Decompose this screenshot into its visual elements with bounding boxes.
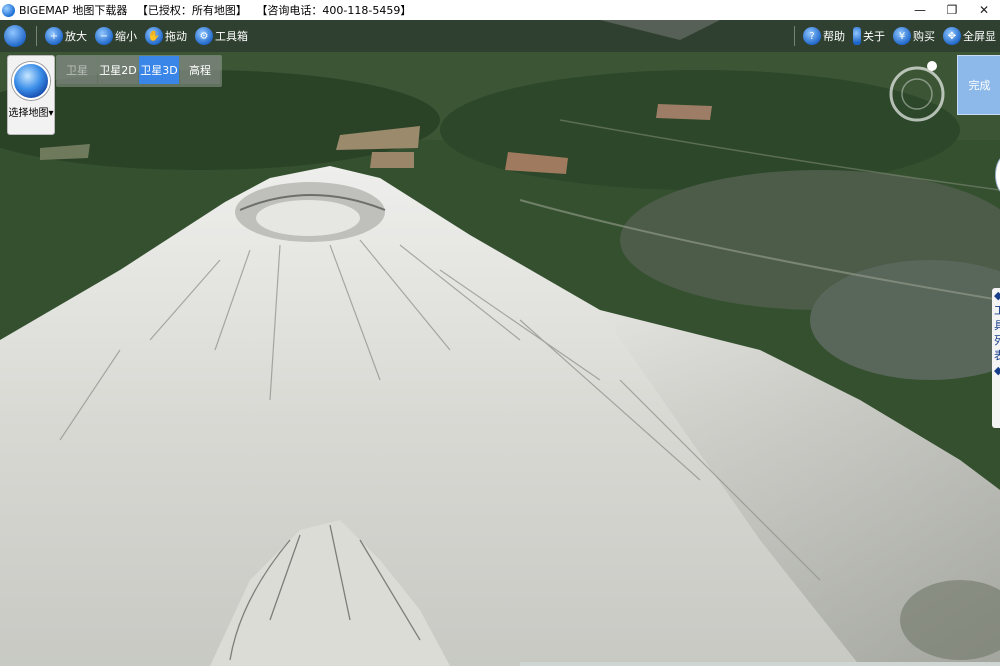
side-tool-panel[interactable]: ◆ 工 具 列 表 ◆ bbox=[992, 288, 1000, 428]
pan-button[interactable]: ✋ 拖动 bbox=[141, 20, 191, 52]
tab-satellite-2d[interactable]: 卫星2D bbox=[98, 56, 138, 84]
app-logo-icon bbox=[2, 3, 15, 17]
side-panel-line: ◆ bbox=[994, 364, 1000, 377]
side-panel-line: 工 bbox=[994, 304, 1000, 317]
toolbar-divider bbox=[794, 26, 795, 46]
compass-control[interactable] bbox=[889, 58, 945, 130]
hand-icon: ✋ bbox=[145, 27, 163, 45]
help-button[interactable]: ? 帮助 bbox=[799, 20, 849, 52]
side-panel-line: ◆ bbox=[994, 289, 1000, 302]
map-source-label: 选择地图 bbox=[8, 108, 49, 119]
help-label: 帮助 bbox=[823, 30, 845, 43]
fullscreen-label: 全屏显 bbox=[963, 30, 996, 43]
map-source-selector[interactable]: 选择地图▾ bbox=[7, 55, 55, 135]
map-3d-view[interactable] bbox=[0, 20, 1000, 666]
zoom-in-icon: + bbox=[45, 27, 63, 45]
status-strip bbox=[520, 662, 1000, 666]
side-panel-line: 列 bbox=[994, 334, 1000, 347]
compass-icon bbox=[889, 61, 945, 122]
about-label: 关于 bbox=[863, 30, 885, 43]
zoom-in-button[interactable]: + 放大 bbox=[41, 20, 91, 52]
done-button[interactable]: 完成 bbox=[957, 55, 1000, 115]
close-button[interactable]: ✕ bbox=[968, 0, 1000, 20]
title-app-name: BIGEMAP 地图下载器 bbox=[19, 4, 128, 17]
fullscreen-icon: ✥ bbox=[943, 27, 961, 45]
chevron-down-icon: ▾ bbox=[48, 108, 54, 119]
tab-satellite-3d[interactable]: 卫星3D bbox=[139, 56, 179, 84]
home-globe-button[interactable] bbox=[0, 20, 32, 52]
tab-elevation[interactable]: 高程 bbox=[180, 56, 220, 84]
window-title: BIGEMAP 地图下载器 【已授权：所有地图】 【咨询电话：400-118-5… bbox=[19, 2, 417, 18]
title-license: 【已授权：所有地图】 bbox=[136, 4, 247, 17]
title-bar: BIGEMAP 地图下载器 【已授权：所有地图】 【咨询电话：400-118-5… bbox=[0, 0, 1000, 20]
globe-icon bbox=[4, 25, 26, 47]
side-panel-line: 具 bbox=[994, 319, 1000, 332]
title-phone: 【咨询电话：400-118-5459】 bbox=[256, 4, 412, 17]
zoom-in-label: 放大 bbox=[65, 30, 87, 43]
minimize-button[interactable]: — bbox=[904, 0, 936, 20]
info-icon bbox=[853, 27, 861, 45]
zoom-out-label: 缩小 bbox=[115, 30, 137, 43]
about-button[interactable]: 关于 bbox=[849, 20, 889, 52]
toolbar-divider bbox=[36, 26, 37, 46]
terrain-render bbox=[0, 20, 1000, 666]
fullscreen-button[interactable]: ✥ 全屏显 bbox=[939, 20, 1000, 52]
buy-label: 购买 bbox=[913, 30, 935, 43]
help-icon: ? bbox=[803, 27, 821, 45]
pan-label: 拖动 bbox=[165, 30, 187, 43]
tab-satellite[interactable]: 卫星 bbox=[57, 56, 97, 84]
side-panel-line: 表 bbox=[994, 349, 1000, 362]
google-earth-icon bbox=[12, 62, 50, 100]
gear-icon: ⚙ bbox=[195, 27, 213, 45]
cart-icon: ¥ bbox=[893, 27, 911, 45]
toolbox-label: 工具箱 bbox=[215, 30, 248, 43]
zoom-out-button[interactable]: − 缩小 bbox=[91, 20, 141, 52]
map-type-tabs: 卫星 卫星2D 卫星3D 高程 bbox=[56, 55, 222, 87]
main-toolbar: + 放大 − 缩小 ✋ 拖动 ⚙ 工具箱 ? 帮助 关于 ¥ 购买 ✥ 全屏显 bbox=[0, 20, 1000, 52]
buy-button[interactable]: ¥ 购买 bbox=[889, 20, 939, 52]
restore-button[interactable]: ❐ bbox=[936, 0, 968, 20]
zoom-out-icon: − bbox=[95, 27, 113, 45]
toolbox-button[interactable]: ⚙ 工具箱 bbox=[191, 20, 252, 52]
